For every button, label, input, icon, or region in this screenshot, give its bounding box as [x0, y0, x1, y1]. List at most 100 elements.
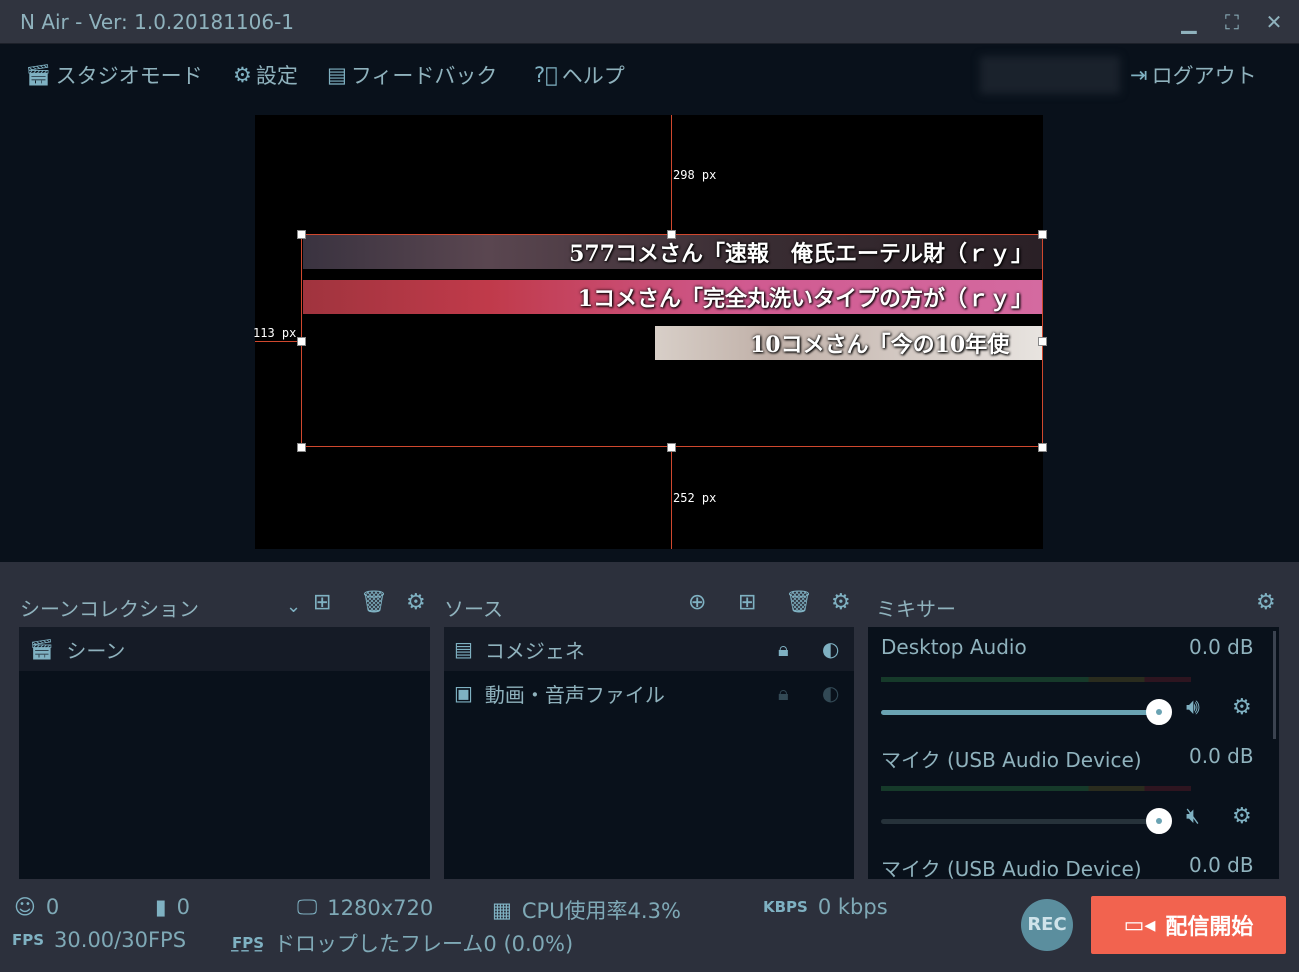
add-folder-icon[interactable]: ⊕ [688, 590, 706, 615]
resolution-value: 1280x720 [327, 895, 434, 920]
comment-icon: ▮ [155, 895, 167, 919]
volume-meter [881, 677, 1191, 682]
visibility-icon[interactable]: ◐ [822, 681, 839, 705]
scrollbar[interactable] [1273, 631, 1276, 739]
top-distance: 298 px [673, 168, 717, 182]
kbps-value: 0 kbps [817, 895, 888, 919]
cpu-usage: ▦ CPU使用率4.3% [492, 895, 681, 925]
dropped-value: ドロップしたフレーム0 (0.0%) [274, 932, 574, 956]
start-stream-button[interactable]: ▭◂ 配信開始 [1091, 896, 1286, 954]
add-scene-icon[interactable]: ⊞ [313, 590, 331, 615]
user-avatar-blurred [980, 56, 1120, 94]
resize-handle[interactable] [1038, 230, 1047, 239]
rec-button[interactable]: REC [1021, 899, 1073, 951]
fps-value: 30.00/30FPS [54, 928, 187, 952]
source-label: コメジェネ [484, 638, 585, 663]
logout-icon: ⇥ [1130, 63, 1148, 87]
left-distance: 113 px [253, 326, 297, 340]
window-title: N Air - Ver: 1.0.20181106-1 [20, 10, 295, 34]
feedback-button[interactable]: ▤ フィードバック [327, 60, 497, 90]
scene-item[interactable]: 🎬︎ シーン [19, 627, 430, 671]
guide-left [255, 341, 302, 342]
scene-collection-title: シーンコレクション [20, 597, 199, 621]
clapperboard-icon: 🎬︎ [25, 62, 52, 87]
audio-source-name: マイク (USB Audio Device) [881, 748, 1142, 772]
source-list: ▤ コメジェネ 🔒︎ ◐ ▣ 動画・音声ファイル 🔒︎ ◐ [444, 627, 854, 879]
gear-icon[interactable]: ⚙ [1232, 695, 1252, 720]
cpu-icon: ▦ [492, 898, 512, 922]
visibility-icon[interactable]: ◐ [822, 637, 839, 661]
help-button[interactable]: ?⃝ ヘルプ [534, 60, 625, 90]
settings-label: 設定 [255, 64, 298, 88]
trash-icon[interactable]: 🗑︎ [785, 590, 813, 615]
bitrate: KBPS 0 kbps [763, 895, 888, 919]
comment-value: 0 [176, 895, 190, 919]
media-icon: ▣ [454, 681, 473, 705]
logout-button[interactable]: ⇥ ログアウト [1130, 60, 1257, 90]
viewer-value: 0 [45, 895, 60, 919]
fps: FPS 30.00/30FPS [12, 928, 186, 952]
sources-title: ソース [444, 597, 503, 621]
monitor-icon: 🖵︎ [297, 895, 318, 919]
gear-icon[interactable]: ⚙ [1232, 804, 1252, 829]
gear-icon[interactable]: ⚙ [406, 590, 426, 615]
muted-speaker-icon[interactable]: 🔇︎ [1186, 804, 1200, 829]
source-item[interactable]: ▤ コメジェネ 🔒︎ ◐ [444, 627, 854, 671]
volume-meter [881, 786, 1191, 791]
resolution: 🖵︎ 1280x720 [297, 895, 433, 920]
slider-knob[interactable] [1146, 699, 1172, 725]
camera-icon: ▭◂ [1123, 912, 1156, 938]
help-label: ヘルプ [561, 64, 625, 88]
speaker-icon[interactable]: 🔊︎ [1186, 695, 1200, 720]
comment-icon: ▤ [327, 63, 347, 87]
bottom-distance: 252 px [673, 491, 717, 505]
fps-icon: FPS [12, 931, 45, 949]
resize-handle[interactable] [297, 443, 306, 452]
logout-label: ログアウト [1151, 64, 1257, 88]
add-source-icon[interactable]: ⊞ [738, 590, 756, 615]
resize-handle[interactable] [1038, 443, 1047, 452]
lock-icon[interactable]: 🔒︎ [778, 681, 789, 705]
guide-bottom [671, 447, 672, 549]
chevron-down-icon[interactable]: ⌄ [286, 596, 301, 617]
maximize-button[interactable]: ⛶ [1220, 10, 1244, 34]
settings-button[interactable]: ⚙ 設定 [233, 60, 298, 90]
mixer-panel: Desktop Audio 0.0 dB 🔊︎ ⚙ マイク (USB Audio… [868, 627, 1279, 879]
audio-source-name: マイク (USB Audio Device) [881, 857, 1142, 879]
start-stream-label: 配信開始 [1165, 915, 1254, 940]
dropped-fps-icon: F̲P̲S̲ [232, 934, 265, 952]
gear-icon[interactable]: ⚙ [831, 590, 851, 615]
viewer-icon: ☺ [14, 895, 36, 919]
resize-handle[interactable] [297, 337, 306, 346]
scene-label: シーン [66, 638, 126, 663]
mixer-title: ミキサー [876, 597, 956, 621]
browser-icon: ▤ [454, 637, 473, 661]
close-button[interactable]: ✕ [1262, 10, 1286, 34]
audio-level: 0.0 dB [1189, 635, 1254, 659]
dropped-frames: F̲P̲S̲ ドロップしたフレーム0 (0.0%) [232, 928, 573, 958]
scene-list: 🎬︎ シーン [19, 627, 430, 879]
resize-handle[interactable] [297, 230, 306, 239]
gear-icon[interactable]: ⚙ [1256, 590, 1276, 615]
gear-icon: ⚙ [233, 63, 252, 87]
volume-slider[interactable] [881, 819, 1159, 824]
preview-canvas[interactable]: 298 px 113 px 252 px 577コメさん「速報 俺氏エーテル財（… [253, 115, 1047, 549]
resize-handle[interactable] [667, 443, 676, 452]
studio-mode-label: スタジオモード [55, 64, 203, 88]
source-label: 動画・音声ファイル [484, 682, 665, 707]
guide-top [671, 115, 672, 235]
selection-box[interactable] [301, 234, 1043, 447]
question-icon: ?⃝ [534, 63, 558, 87]
audio-source-name: Desktop Audio [881, 635, 1027, 659]
viewer-count: ☺ 0 [14, 895, 59, 919]
resize-handle[interactable] [667, 230, 676, 239]
audio-level: 0.0 dB [1189, 744, 1254, 768]
resize-handle[interactable] [1038, 337, 1047, 346]
slider-knob[interactable] [1146, 808, 1172, 834]
trash-icon[interactable]: 🗑︎ [360, 590, 388, 615]
studio-mode-button[interactable]: 🎬︎ スタジオモード [25, 60, 203, 90]
minimize-button[interactable]: ▁ [1177, 10, 1201, 34]
lock-icon[interactable]: 🔒︎ [778, 637, 789, 661]
source-item[interactable]: ▣ 動画・音声ファイル 🔒︎ ◐ [444, 671, 854, 715]
volume-slider[interactable] [881, 710, 1159, 715]
